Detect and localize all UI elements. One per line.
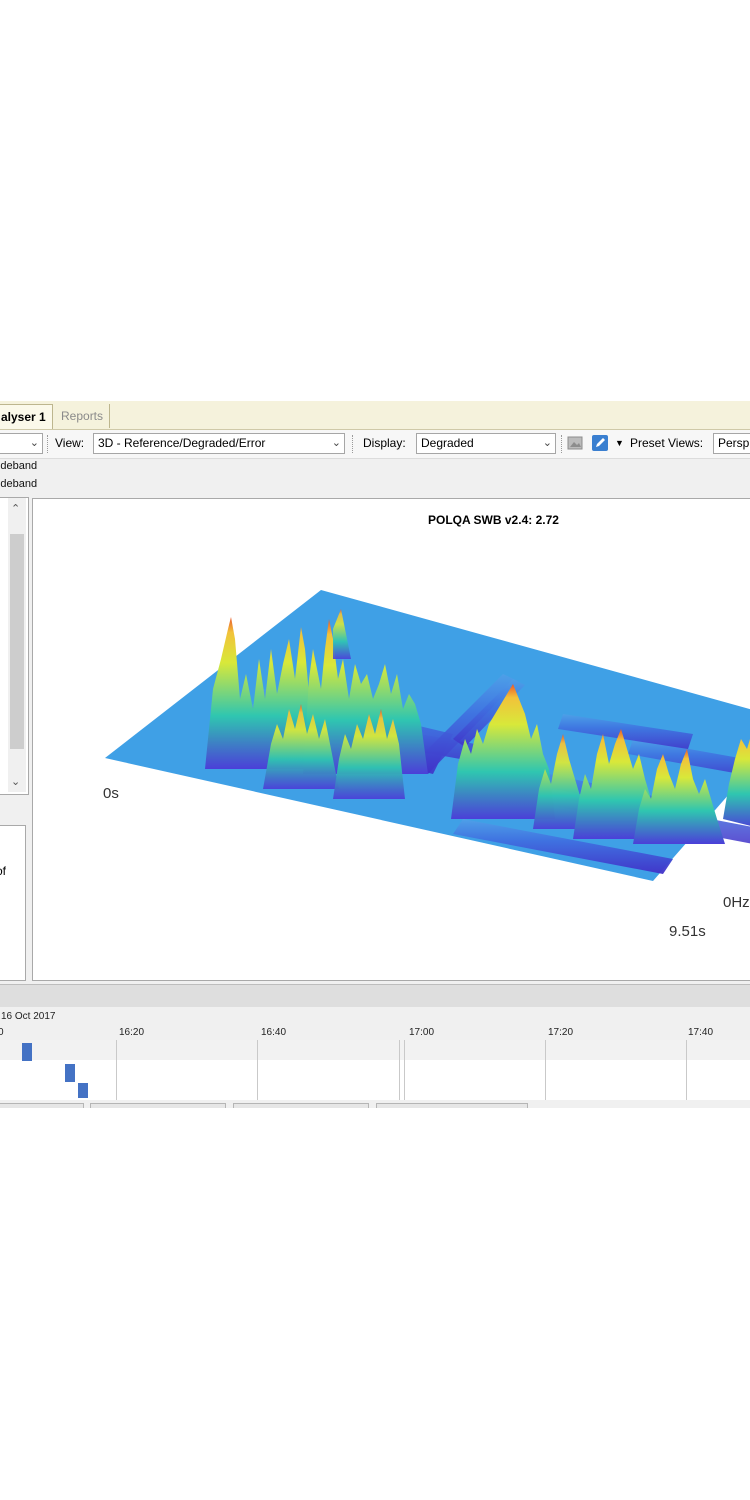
display-select-value: Degraded bbox=[421, 436, 474, 450]
tab-analyser[interactable]: alyser 1 bbox=[0, 404, 53, 429]
toolbar-separator bbox=[352, 435, 354, 453]
timeline-gridline bbox=[257, 1040, 258, 1100]
timeline-tick: 17:20 bbox=[548, 1027, 574, 1038]
tab-strip: alyser 1 Reports bbox=[0, 401, 750, 430]
preset-views-label: Preset Views: bbox=[630, 436, 704, 450]
timeline-gridline bbox=[545, 1040, 546, 1100]
info-line: wideband bbox=[0, 478, 38, 490]
dropdown-caret-icon[interactable]: ▼ bbox=[615, 438, 624, 448]
timeline-tab-button[interactable] bbox=[376, 1103, 528, 1108]
timeline-tick: 16:20 bbox=[119, 1027, 145, 1038]
details-text: of bbox=[0, 864, 7, 878]
frequency-axis-label: 0Hz bbox=[723, 894, 750, 911]
chevron-down-icon: ⌄ bbox=[542, 437, 552, 449]
image-icon[interactable] bbox=[567, 435, 583, 451]
toolbar: ⌄ View: 3D - Reference/Degraded/Error ⌄ … bbox=[0, 430, 750, 459]
display-select[interactable]: Degraded ⌄ bbox=[416, 433, 556, 454]
timeline-tick: 17:00 bbox=[409, 1027, 435, 1038]
timeline-event-block[interactable] bbox=[22, 1043, 32, 1061]
timeline-gridline bbox=[404, 1040, 405, 1100]
view-select-value: 3D - Reference/Degraded/Error bbox=[98, 436, 266, 450]
analyser-window: alyser 1 Reports ⌄ View: 3D - Reference/… bbox=[0, 401, 750, 1108]
time-axis-start-label: 0s bbox=[103, 785, 119, 802]
timeline-tab-button[interactable] bbox=[233, 1103, 369, 1108]
timeline-row bbox=[0, 1040, 750, 1060]
preset-views-select[interactable]: Persp bbox=[713, 433, 750, 454]
time-axis-end-label: 9.51s bbox=[669, 923, 706, 940]
timeline-tick: 0 bbox=[0, 1027, 4, 1038]
source-select[interactable]: ⌄ bbox=[0, 433, 43, 454]
plot-title: POLQA SWB v2.4: 2.72 bbox=[428, 513, 559, 527]
timeline-gridline bbox=[116, 1040, 117, 1100]
view-select[interactable]: 3D - Reference/Degraded/Error ⌄ bbox=[93, 433, 345, 454]
timeline-tick: 16:40 bbox=[261, 1027, 287, 1038]
scrollbar[interactable]: ⌃ ⌄ bbox=[8, 498, 26, 792]
timeline-event-block[interactable] bbox=[65, 1064, 75, 1082]
timeline-tab-button[interactable] bbox=[90, 1103, 226, 1108]
timeline-gridline bbox=[399, 1040, 400, 1100]
timeline[interactable]: 16 Oct 2017 0 16:20 16:40 17:00 17:20 17… bbox=[0, 984, 750, 1108]
toolbar-separator bbox=[561, 435, 563, 453]
tab-reports[interactable]: Reports bbox=[55, 404, 111, 428]
timeline-grid bbox=[0, 1040, 750, 1100]
info-line: wideband bbox=[0, 460, 38, 472]
spectrogram-canvas bbox=[105, 590, 750, 881]
edit-icon[interactable] bbox=[592, 435, 608, 451]
chevron-up-icon[interactable]: ⌃ bbox=[11, 502, 20, 515]
file-list[interactable]: ⌃ ⌄ bbox=[0, 497, 29, 795]
display-label: Display: bbox=[363, 436, 406, 450]
timeline-event-block[interactable] bbox=[78, 1083, 88, 1098]
chevron-down-icon[interactable]: ⌄ bbox=[11, 775, 20, 788]
preset-views-value: Persp bbox=[718, 436, 750, 450]
timeline-tick: 17:40 bbox=[688, 1027, 714, 1038]
details-panel: of bbox=[0, 825, 26, 981]
timeline-gridline bbox=[686, 1040, 687, 1100]
timeline-date: 16 Oct 2017 bbox=[1, 1011, 56, 1022]
chevron-down-icon: ⌄ bbox=[29, 437, 39, 449]
view-label: View: bbox=[55, 436, 85, 450]
spectrogram-3d-plot[interactable]: POLQA SWB v2.4: 2.72 0s 9.51s 0Hz bbox=[32, 498, 750, 981]
timeline-tab-button[interactable] bbox=[0, 1103, 84, 1108]
chevron-down-icon: ⌄ bbox=[331, 437, 341, 449]
timeline-header-bar bbox=[0, 985, 750, 1007]
toolbar-separator bbox=[47, 435, 49, 453]
scrollbar-thumb[interactable] bbox=[10, 534, 24, 749]
